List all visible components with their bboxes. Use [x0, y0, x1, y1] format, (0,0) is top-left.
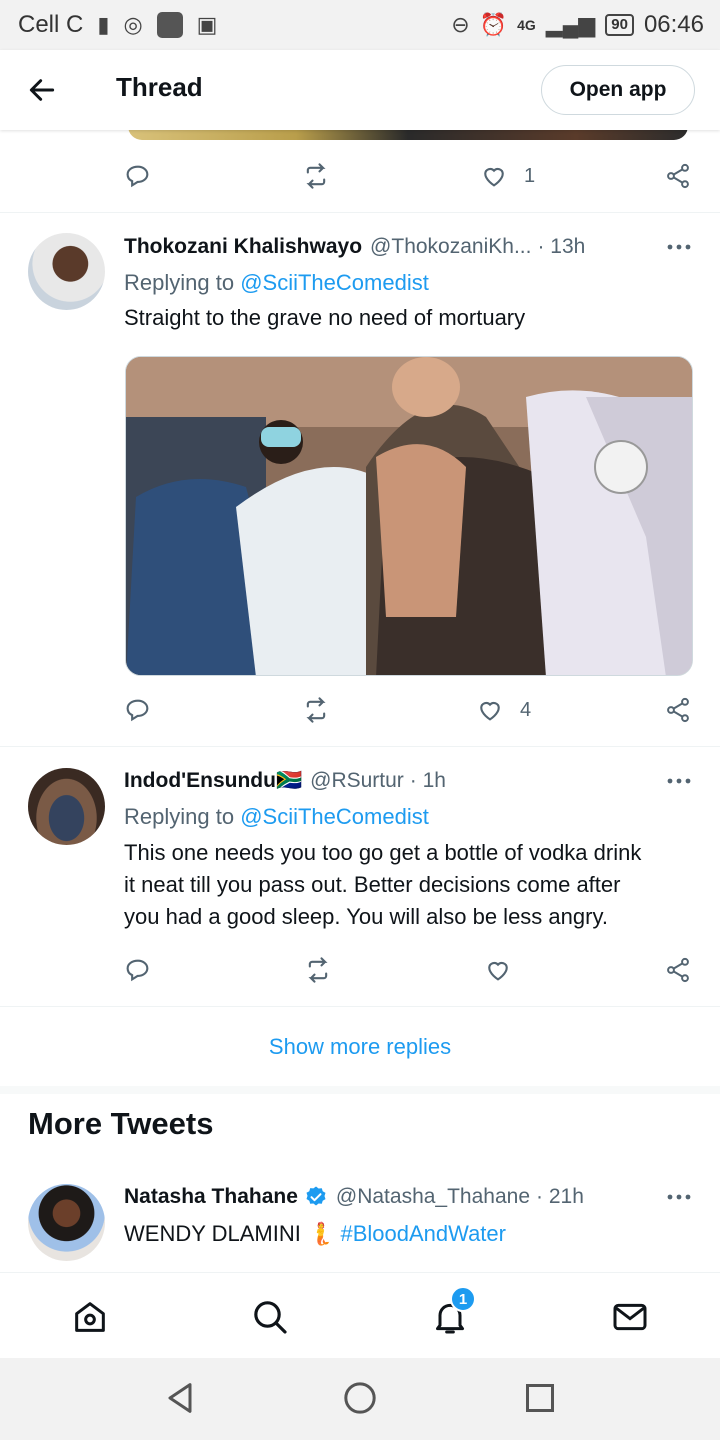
tweet-actions: 4 — [0, 690, 720, 730]
reply-button[interactable] — [124, 690, 152, 730]
author-name[interactable]: Thokozani Khalishwayo — [124, 235, 362, 259]
alarm-icon: ⏰ — [479, 12, 508, 37]
like-button[interactable] — [484, 950, 528, 990]
signal-icon: ▂▄▆ — [545, 12, 596, 37]
tweet-time[interactable]: · 21h — [536, 1185, 584, 1209]
sd-card-icon: ▮ — [97, 12, 110, 37]
tweet-text: WENDY DLAMINI 🧜 #BloodAndWater — [124, 1218, 684, 1250]
tweet-time[interactable]: · 13h — [537, 235, 585, 259]
network-type: 4G — [517, 17, 536, 33]
author-handle[interactable]: @RSurtur — [310, 769, 404, 793]
replying-to-line: Replying to @SciiTheComedist — [124, 804, 429, 830]
share-icon — [667, 697, 689, 723]
system-recents-icon[interactable] — [520, 1378, 560, 1418]
share-button[interactable] — [664, 690, 692, 730]
nav-messages[interactable] — [610, 1297, 650, 1337]
more-options-icon[interactable] — [666, 1192, 692, 1202]
reply-button[interactable] — [124, 156, 152, 196]
app-notification-icon — [156, 12, 183, 38]
verified-badge-icon — [306, 1186, 326, 1206]
tweet-text: Straight to the grave no need of mortuar… — [124, 305, 526, 330]
page-title: Thread — [116, 72, 203, 102]
tweet-text-line: it neat till you pass out. Better decisi… — [124, 872, 621, 897]
hotspot-icon: ◎ — [123, 12, 143, 37]
tweet-time[interactable]: · 1h — [410, 769, 446, 793]
divider — [0, 212, 720, 213]
home-icon — [75, 1302, 105, 1332]
like-button[interactable]: 1 — [480, 156, 535, 196]
tweet-text-line: This one needs you too go get a bottle o… — [124, 840, 642, 865]
tweet-actions — [0, 950, 720, 990]
like-button[interactable]: 4 — [476, 690, 531, 730]
reply-icon — [126, 959, 149, 982]
tweet-header: Thokozani Khalishwayo @ThokozaniKh... · … — [124, 232, 664, 262]
section-separator — [0, 1086, 720, 1094]
retweet-button[interactable] — [302, 156, 330, 196]
show-more-replies-link[interactable]: Show more replies — [0, 1008, 720, 1086]
open-app-button[interactable]: Open app — [541, 65, 695, 115]
tweet-header: Natasha Thahane @Natasha_Thahane · 21h — [124, 1182, 664, 1212]
gallery-icon: ▣ — [196, 12, 218, 37]
heart-icon — [484, 167, 504, 187]
like-count: 4 — [520, 698, 532, 721]
system-navigation-bar — [0, 1358, 720, 1440]
mention-link[interactable]: @SciiTheComedist — [240, 804, 429, 829]
tweet-text-body: WENDY DLAMINI 🧜 — [124, 1221, 335, 1246]
hashtag-link[interactable]: #BloodAndWater — [340, 1221, 506, 1246]
tweet-text-line: you had a good sleep. You will also be l… — [124, 904, 608, 929]
mention-link[interactable]: @SciiTheComedist — [240, 270, 429, 295]
avatar[interactable] — [28, 233, 105, 310]
battery-indicator: 90 — [605, 14, 634, 36]
share-icon — [667, 957, 689, 983]
replying-to-line: Replying to @SciiTheComedist — [124, 270, 429, 296]
more-options-icon[interactable] — [666, 242, 692, 252]
author-name[interactable]: Natasha Thahane — [124, 1185, 298, 1209]
tweet-media-image[interactable] — [125, 356, 693, 676]
system-home-icon[interactable] — [340, 1378, 380, 1418]
retweet-button[interactable] — [304, 950, 332, 990]
avatar[interactable] — [28, 1184, 105, 1261]
status-bar: Cell C ▮ ◎ ▣ ⊖ ⏰ 4G ▂▄▆ 90 06:46 — [0, 0, 720, 50]
heart-icon — [488, 961, 508, 981]
author-name[interactable]: Indod'Ensundu🇿🇦 — [124, 769, 302, 793]
reply-icon — [126, 699, 149, 722]
notifications-badge: 1 — [450, 1286, 476, 1312]
mail-icon — [613, 1303, 647, 1331]
media-photo — [126, 357, 692, 675]
tweet-header: Indod'Ensundu🇿🇦 @RSurtur · 1h — [124, 766, 664, 796]
back-arrow-icon[interactable] — [26, 74, 58, 106]
divider — [0, 746, 720, 747]
share-button[interactable] — [664, 950, 692, 990]
like-count: 1 — [524, 164, 536, 187]
more-tweets-heading: More Tweets — [28, 1106, 214, 1141]
share-icon — [667, 163, 689, 189]
author-handle[interactable]: @ThokozaniKh... — [370, 235, 531, 259]
thread-header: Thread Open app — [0, 50, 720, 130]
reply-button[interactable] — [124, 950, 152, 990]
heart-icon — [480, 701, 500, 721]
retweet-icon — [306, 697, 326, 723]
retweet-icon — [308, 957, 328, 983]
retweet-button[interactable] — [302, 690, 330, 730]
nav-home[interactable] — [70, 1297, 110, 1337]
tweet-actions: 1 — [0, 156, 720, 196]
reply-icon — [126, 165, 149, 188]
share-button[interactable] — [664, 156, 692, 196]
more-options-icon[interactable] — [666, 776, 692, 786]
tweet-text: This one needs you too go get a bottle o… — [124, 837, 684, 933]
bottom-navigation — [0, 1272, 720, 1358]
replying-prefix: Replying to — [124, 804, 235, 829]
nav-search[interactable] — [250, 1297, 290, 1337]
retweet-icon — [306, 163, 326, 189]
author-handle[interactable]: @Natasha_Thahane — [336, 1185, 530, 1209]
dnd-icon: ⊖ — [451, 12, 470, 37]
search-icon — [254, 1301, 287, 1334]
divider — [0, 1006, 720, 1007]
system-back-icon[interactable] — [160, 1378, 200, 1418]
avatar[interactable] — [28, 768, 105, 845]
replying-prefix: Replying to — [124, 270, 235, 295]
carrier-label: Cell C — [18, 11, 84, 38]
clock: 06:46 — [643, 11, 704, 38]
